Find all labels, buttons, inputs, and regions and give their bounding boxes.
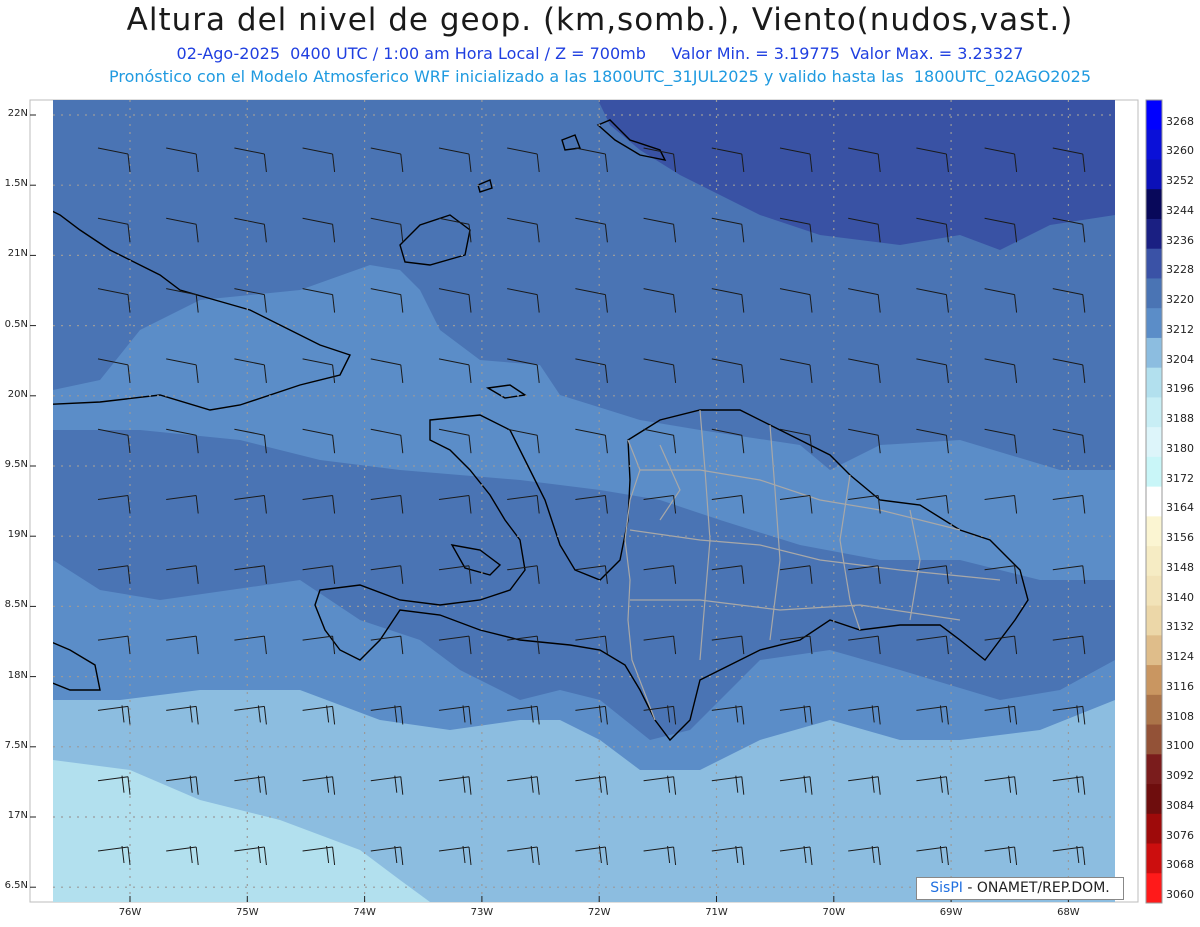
colorbar-swatch [1146,397,1162,428]
colorbar-label: 3068 [1166,858,1194,872]
lat-label: 20N [7,388,28,400]
colorbar-label: 3092 [1166,769,1194,783]
lat-label: 18N [7,669,28,681]
colorbar-swatch [1146,486,1162,517]
colorbar-swatch [1146,873,1162,904]
colorbar-label: 3220 [1166,293,1194,307]
lon-label: 72W [587,907,611,918]
colorbar-label: 3156 [1166,531,1194,545]
colorbar-label: 3196 [1166,382,1194,396]
colorbar-swatch [1146,427,1162,458]
lon-label: 76W [118,907,142,918]
colorbar-swatch [1146,278,1162,309]
colorbar-label: 3188 [1166,412,1194,426]
colorbar-swatch [1146,843,1162,874]
colorbar-label: 3132 [1166,620,1194,634]
colorbar-label: 3204 [1166,352,1194,366]
colorbar-swatch [1146,218,1162,250]
colorbar-label: 3076 [1166,828,1194,842]
colorbar-swatch [1146,724,1162,755]
lat-label: 6.5N [4,880,28,892]
colorbar-label: 3172 [1166,471,1194,485]
credit-text: - ONAMET/REP.DOM. [962,880,1110,896]
lat-label: 21N [7,248,28,260]
lat-label: 0.5N [4,318,28,330]
lat-label: 7.5N [4,739,28,751]
colorbar-label: 3084 [1166,798,1194,812]
lat-label: 19N [7,529,28,541]
colorbar-label: 3116 [1166,679,1194,693]
colorbar-swatch [1146,635,1162,666]
lon-label: 70W [822,907,846,918]
colorbar-swatch [1146,129,1162,160]
lon-label: 69W [939,907,963,918]
colorbar-label: 3164 [1166,501,1194,515]
colorbar-label: 3100 [1166,739,1194,753]
colorbar-swatch [1146,248,1162,279]
colorbar-label: 3060 [1166,888,1194,901]
colorbar-label: 3140 [1166,590,1194,604]
colorbar [1145,99,1163,904]
lat-label: 22N [7,108,28,119]
credit-box: SisPI - ONAMET/REP.DOM. [916,877,1124,900]
colorbar-label: 3228 [1166,263,1194,277]
lon-label: 71W [705,907,728,918]
colorbar-swatch [1146,456,1162,488]
colorbar-label: 3260 [1166,144,1194,158]
colorbar-swatch [1146,813,1162,845]
colorbar-swatch [1146,575,1162,607]
lon-label: 73W [470,907,494,918]
colorbar-swatch [1146,189,1162,220]
lat-label: 17N [7,810,28,821]
lon-label: 75W [235,907,259,918]
colorbar-swatch [1146,665,1162,696]
colorbar-label: 3252 [1166,174,1194,188]
credit-brand: SisPI [930,880,963,896]
colorbar-swatch [1146,694,1162,726]
colorbar-swatch [1146,546,1162,577]
colorbar-swatch [1146,605,1162,636]
lon-label: 74W [353,907,376,918]
colorbar-swatch [1146,367,1162,398]
lat-label: 8.5N [4,599,28,611]
map-canvas [29,99,1163,904]
colorbar-label: 3180 [1166,441,1194,455]
lat-label: 1.5N [4,178,28,190]
lon-label: 68W [1057,907,1080,918]
colorbar-swatch [1146,754,1162,785]
colorbar-label: 3212 [1166,322,1194,336]
colorbar-label: 3148 [1166,560,1194,574]
colorbar-swatch [1146,159,1162,190]
colorbar-label: 3108 [1166,709,1194,723]
colorbar-swatch [1146,516,1162,547]
colorbar-label: 3244 [1166,203,1194,217]
colorbar-label: 3236 [1166,233,1194,247]
colorbar-swatch [1146,337,1162,369]
colorbar-label: 3124 [1166,650,1194,664]
colorbar-label: 3268 [1166,114,1194,128]
lat-label: 9.5N [4,459,28,470]
colorbar-swatch [1146,308,1162,339]
colorbar-swatch [1146,100,1162,131]
colorbar-swatch [1146,784,1162,815]
